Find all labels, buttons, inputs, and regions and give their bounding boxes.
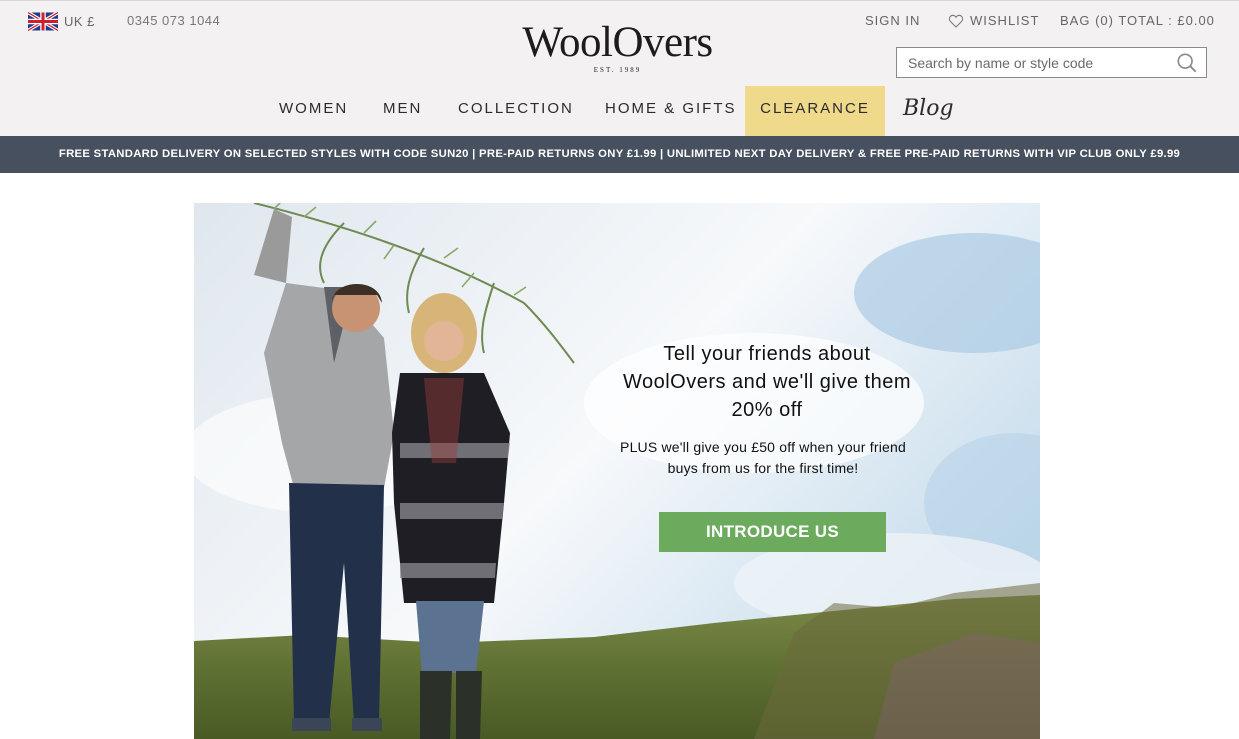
introduce-us-button[interactable]: INTRODUCE US xyxy=(659,512,886,552)
logo-established: EST. 1989 xyxy=(593,66,642,74)
nav-item-clearance[interactable]: CLEARANCE xyxy=(745,86,885,136)
search-icon[interactable] xyxy=(1176,52,1198,74)
wishlist-label: WISHLIST xyxy=(970,13,1040,28)
nav-item-men[interactable]: MEN xyxy=(383,86,422,136)
nav-item-collection[interactable]: COLLECTION xyxy=(458,86,574,136)
hero-heading: Tell your friends about WoolOvers and we… xyxy=(622,343,912,421)
shopping-bag-link[interactable]: BAG (0) TOTAL : £0.00 xyxy=(1060,13,1215,28)
nav-item-women[interactable]: WOMEN xyxy=(279,86,348,136)
search-box xyxy=(896,47,1207,78)
locale-selector[interactable]: UK £ xyxy=(28,12,95,31)
phone-number[interactable]: 0345 073 1044 xyxy=(127,13,220,28)
wishlist-link[interactable]: WISHLIST xyxy=(948,13,1039,28)
nav-item-home-gifts[interactable]: HOME & GIFTS xyxy=(605,86,737,136)
promo-banner: FREE STANDARD DELIVERY ON SELECTED STYLE… xyxy=(0,136,1239,173)
woolovers-logo[interactable]: WoolOvers EST. 1989 xyxy=(490,19,745,75)
site-header: UK £ 0345 073 1044 WoolOvers EST. 1989 S… xyxy=(0,0,1239,136)
logo-wordmark: WoolOvers xyxy=(522,19,713,66)
sign-in-link[interactable]: SIGN IN xyxy=(865,13,920,28)
main-nav: WOMEN MEN COLLECTION HOME & GIFTS CLEARA… xyxy=(0,86,1239,136)
hero-subtext: PLUS we'll give you £50 off when your fr… xyxy=(620,439,906,476)
heart-icon xyxy=(948,14,964,28)
search-input[interactable] xyxy=(897,48,1167,77)
locale-label: UK £ xyxy=(64,14,95,29)
uk-flag-icon xyxy=(28,12,58,31)
nav-item-blog[interactable]: Blog xyxy=(903,86,954,136)
